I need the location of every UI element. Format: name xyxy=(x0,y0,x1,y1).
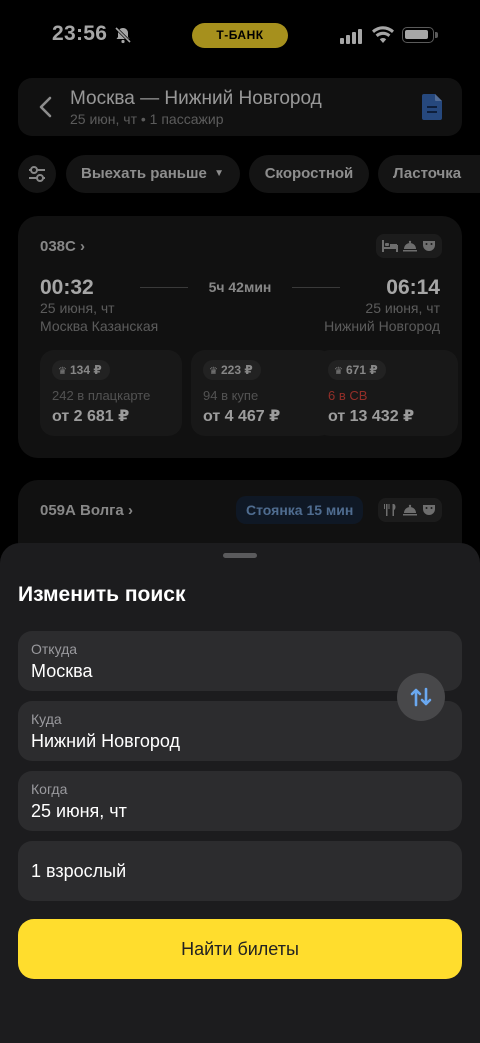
to-value: Нижний Новгород xyxy=(31,731,181,751)
passengers-field[interactable]: 1 взрослый xyxy=(18,841,462,901)
sheet-title: Изменить поиск xyxy=(18,583,186,606)
passengers-value: 1 взрослый xyxy=(31,861,127,881)
from-value: Москва xyxy=(31,661,93,681)
from-label: Откуда xyxy=(31,641,78,657)
swap-stations-button[interactable] xyxy=(397,673,445,721)
from-field[interactable]: Откуда Москва xyxy=(18,631,462,691)
to-field[interactable]: Куда Нижний Новгород xyxy=(18,701,462,761)
to-label: Куда xyxy=(31,711,62,727)
swap-arrows-icon xyxy=(410,687,432,707)
date-value: 25 июня, чт xyxy=(31,801,127,821)
date-field[interactable]: Когда 25 июня, чт xyxy=(18,771,462,831)
sheet-drag-handle[interactable] xyxy=(223,553,257,558)
date-label: Когда xyxy=(31,781,68,797)
find-tickets-button[interactable]: Найти билеты xyxy=(18,919,462,979)
